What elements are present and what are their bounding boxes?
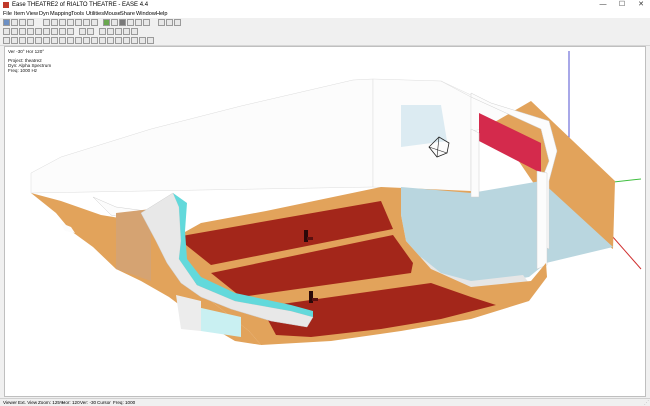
view-front-icon[interactable]	[11, 28, 18, 35]
extrude-icon[interactable]	[51, 37, 58, 44]
rotate-icon[interactable]	[59, 19, 66, 26]
measure-icon[interactable]	[99, 37, 106, 44]
box-icon[interactable]	[35, 37, 42, 44]
copy-icon[interactable]	[75, 37, 82, 44]
theatre-model[interactable]	[5, 47, 645, 396]
search-icon[interactable]	[91, 37, 98, 44]
menu-window[interactable]: Window	[136, 10, 156, 18]
move-icon[interactable]	[51, 19, 58, 26]
resize-grip-icon[interactable]: ⋰	[644, 400, 649, 406]
menu-mapping[interactable]: Mapping	[50, 10, 71, 18]
delete-icon[interactable]	[131, 37, 138, 44]
zoom-fit-icon[interactable]	[83, 19, 90, 26]
snap-icon[interactable]	[123, 28, 130, 35]
3d-model-viewport[interactable]: Ver -30° Hor 120° Project: theatre2 Dyn:…	[4, 46, 646, 397]
axis-icon[interactable]	[67, 28, 74, 35]
window-title: Ease THEATRE2 of RIALTO THEATRE - EASE 4…	[12, 2, 149, 8]
sigma-icon[interactable]	[59, 37, 66, 44]
close-button[interactable]: ✕	[632, 0, 650, 10]
view-angle-readout: Ver -30° Hor 120°	[8, 49, 45, 54]
speaker-icon[interactable]	[119, 19, 126, 26]
menu-file[interactable]: File	[3, 10, 12, 18]
ruler-icon[interactable]	[99, 28, 106, 35]
ceiling-wall	[30, 78, 374, 194]
redo-icon[interactable]	[87, 28, 94, 35]
print-icon[interactable]	[27, 19, 34, 26]
ease-app-icon[interactable]	[3, 2, 9, 8]
menu-share[interactable]: Share	[120, 10, 135, 18]
edge-icon[interactable]	[143, 19, 150, 26]
face-icon[interactable]	[111, 19, 118, 26]
mirror-icon[interactable]	[67, 37, 74, 44]
menu-utilities[interactable]: Utilities	[86, 10, 104, 18]
menu-tools[interactable]: Tools	[71, 10, 84, 18]
window-panel	[401, 105, 447, 147]
menu-mouse[interactable]: Mouse	[104, 10, 121, 18]
menu-bar: File Item View Dyn Mapping Tools Utiliti…	[0, 10, 650, 18]
listener-icon[interactable]	[127, 19, 134, 26]
entry-wall	[176, 295, 201, 331]
new-project-icon[interactable]	[3, 19, 10, 26]
pointer-icon[interactable]	[43, 19, 50, 26]
table-icon[interactable]	[147, 37, 154, 44]
zoom-out-icon[interactable]	[75, 19, 82, 26]
circle-icon[interactable]	[43, 37, 50, 44]
menu-dyn[interactable]: Dyn	[39, 10, 49, 18]
lock-icon[interactable]	[131, 28, 138, 35]
wireframe-icon[interactable]	[35, 28, 42, 35]
select-icon[interactable]	[3, 37, 10, 44]
view-top-icon[interactable]	[3, 28, 10, 35]
area-icon[interactable]	[158, 19, 165, 26]
color-icon[interactable]	[107, 28, 114, 35]
vertex-icon[interactable]	[11, 37, 18, 44]
menu-help[interactable]: Help	[156, 10, 168, 18]
split-icon[interactable]	[123, 37, 130, 44]
view-3d-icon[interactable]	[27, 28, 34, 35]
line-icon[interactable]	[19, 37, 26, 44]
undo-icon[interactable]	[79, 28, 86, 35]
save-icon[interactable]	[19, 19, 26, 26]
view-side-icon[interactable]	[19, 28, 26, 35]
proscenium-left-column	[470, 128, 480, 198]
minimize-button[interactable]: —	[594, 0, 612, 10]
light-icon[interactable]	[135, 19, 142, 26]
curve-icon[interactable]	[107, 37, 114, 44]
check-icon[interactable]	[166, 19, 173, 26]
zoom-in-icon[interactable]	[67, 19, 74, 26]
room-icon[interactable]	[103, 19, 110, 26]
solid-icon[interactable]	[43, 28, 50, 35]
maximize-button[interactable]: ☐	[613, 0, 631, 10]
render-icon[interactable]	[51, 28, 58, 35]
toolbars	[0, 18, 650, 46]
layer-icon[interactable]	[115, 28, 122, 35]
menu-view[interactable]: View	[26, 10, 38, 18]
scale-icon[interactable]	[83, 37, 90, 44]
grid-icon[interactable]	[59, 28, 66, 35]
plane-icon[interactable]	[27, 37, 34, 44]
proscenium-right-column	[536, 170, 548, 270]
menu-item[interactable]: Item	[14, 10, 25, 18]
refresh-icon[interactable]	[91, 19, 98, 26]
join-icon[interactable]	[115, 37, 122, 44]
label-icon[interactable]	[139, 37, 146, 44]
open-icon[interactable]	[11, 19, 18, 26]
freq-readout: Freq: 1000 Hz	[8, 68, 38, 73]
options-icon[interactable]	[174, 19, 181, 26]
